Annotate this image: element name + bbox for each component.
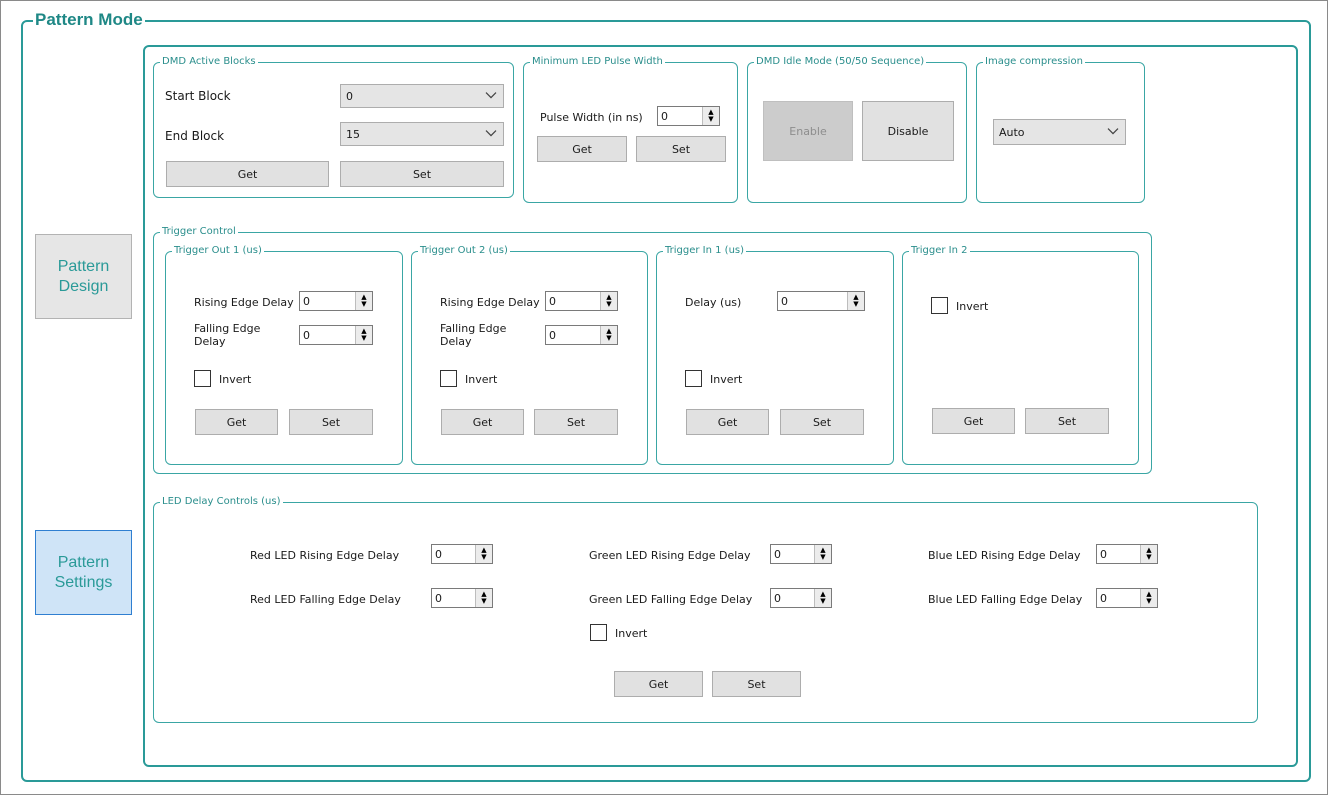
group-legend: LED Delay Controls (us) bbox=[160, 496, 283, 508]
idle-disable-button[interactable]: Disable bbox=[862, 101, 954, 161]
green-falling-stepper[interactable]: 0 ▲ ▼ bbox=[770, 588, 832, 608]
chevron-down-icon bbox=[1107, 128, 1119, 135]
out2-rising-stepper[interactable]: 0 ▲ ▼ bbox=[545, 291, 618, 311]
chevron-down-icon bbox=[485, 92, 497, 99]
image-compression-value: Auto bbox=[999, 125, 1025, 139]
green-rising-stepper[interactable]: 0 ▲ ▼ bbox=[770, 544, 832, 564]
start-block-select[interactable]: 0 bbox=[340, 84, 504, 108]
spinner-arrows-icon[interactable]: ▲ ▼ bbox=[355, 292, 372, 310]
led-delay-get-button[interactable]: Get bbox=[614, 671, 703, 697]
out2-set-button[interactable]: Set bbox=[534, 409, 618, 435]
blue-falling-label: Blue LED Falling Edge Delay bbox=[928, 593, 1083, 606]
led-invert-label: Invert bbox=[615, 627, 648, 640]
group-legend: Trigger Out 1 (us) bbox=[172, 245, 264, 257]
green-rising-label: Green LED Rising Edge Delay bbox=[589, 549, 751, 562]
end-block-label: End Block bbox=[165, 129, 225, 143]
start-block-label: Start Block bbox=[165, 89, 231, 103]
group-legend: Minimum LED Pulse Width bbox=[530, 56, 665, 68]
in1-delay-label: Delay (us) bbox=[685, 296, 742, 309]
spinner-arrows-icon[interactable]: ▲ ▼ bbox=[475, 545, 492, 563]
idle-enable-button[interactable]: Enable bbox=[763, 101, 853, 161]
pulse-width-stepper[interactable]: 0 ▲ ▼ bbox=[657, 106, 720, 126]
in2-get-button[interactable]: Get bbox=[932, 408, 1015, 434]
spinner-arrows-icon[interactable]: ▲ ▼ bbox=[814, 589, 831, 607]
led-delay-controls-group: LED Delay Controls (us) bbox=[153, 496, 1258, 723]
out2-invert-checkbox[interactable] bbox=[440, 370, 457, 387]
spinner-arrows-icon[interactable]: ▲ ▼ bbox=[1140, 545, 1157, 563]
in2-invert-checkbox[interactable] bbox=[931, 297, 948, 314]
spinner-arrows-icon[interactable]: ▲ ▼ bbox=[475, 589, 492, 607]
in1-get-button[interactable]: Get bbox=[686, 409, 769, 435]
spinner-arrows-icon[interactable]: ▲ ▼ bbox=[702, 107, 719, 125]
group-legend: Image compression bbox=[983, 56, 1085, 68]
in1-invert-checkbox[interactable] bbox=[685, 370, 702, 387]
out1-get-button[interactable]: Get bbox=[195, 409, 278, 435]
blue-rising-label: Blue LED Rising Edge Delay bbox=[928, 549, 1081, 562]
spinner-arrows-icon[interactable]: ▲ ▼ bbox=[600, 326, 617, 344]
image-compression-select[interactable]: Auto bbox=[993, 119, 1126, 145]
in2-set-button[interactable]: Set bbox=[1025, 408, 1109, 434]
pattern-design-button[interactable]: Pattern Design bbox=[35, 234, 132, 319]
in1-set-button[interactable]: Set bbox=[780, 409, 864, 435]
min-led-pulse-group: Minimum LED Pulse Width bbox=[523, 56, 738, 203]
red-rising-label: Red LED Rising Edge Delay bbox=[250, 549, 400, 562]
in2-invert-label: Invert bbox=[956, 300, 989, 313]
out1-rising-label: Rising Edge Delay bbox=[194, 296, 294, 309]
out2-invert-label: Invert bbox=[465, 373, 498, 386]
led-delay-set-button[interactable]: Set bbox=[712, 671, 801, 697]
active-blocks-get-button[interactable]: Get bbox=[166, 161, 329, 187]
start-block-value: 0 bbox=[346, 89, 353, 103]
pattern-settings-button[interactable]: Pattern Settings bbox=[35, 530, 132, 615]
green-falling-label: Green LED Falling Edge Delay bbox=[589, 593, 753, 606]
in1-invert-label: Invert bbox=[710, 373, 743, 386]
out2-rising-label: Rising Edge Delay bbox=[440, 296, 540, 309]
out1-set-button[interactable]: Set bbox=[289, 409, 373, 435]
out1-invert-label: Invert bbox=[219, 373, 252, 386]
group-legend: Trigger Control bbox=[160, 226, 238, 238]
min-led-set-button[interactable]: Set bbox=[636, 136, 726, 162]
red-falling-label: Red LED Falling Edge Delay bbox=[250, 593, 401, 606]
out1-falling-stepper[interactable]: 0 ▲ ▼ bbox=[299, 325, 373, 345]
end-block-value: 15 bbox=[346, 127, 360, 141]
spinner-arrows-icon[interactable]: ▲ ▼ bbox=[600, 292, 617, 310]
spinner-arrows-icon[interactable]: ▲ ▼ bbox=[847, 292, 864, 310]
red-rising-stepper[interactable]: 0 ▲ ▼ bbox=[431, 544, 493, 564]
blue-falling-stepper[interactable]: 0 ▲ ▼ bbox=[1096, 588, 1158, 608]
in1-delay-stepper[interactable]: 0 ▲ ▼ bbox=[777, 291, 865, 311]
red-falling-stepper[interactable]: 0 ▲ ▼ bbox=[431, 588, 493, 608]
page-title: Pattern Mode bbox=[33, 10, 145, 30]
active-blocks-set-button[interactable]: Set bbox=[340, 161, 504, 187]
spinner-arrows-icon[interactable]: ▲ ▼ bbox=[814, 545, 831, 563]
group-legend: Trigger In 1 (us) bbox=[663, 245, 747, 257]
chevron-down-icon bbox=[485, 130, 497, 137]
led-invert-checkbox[interactable] bbox=[590, 624, 607, 641]
pulse-width-label: Pulse Width (in ns) bbox=[540, 111, 643, 124]
out1-falling-label: Falling Edge Delay bbox=[194, 322, 261, 348]
out2-get-button[interactable]: Get bbox=[441, 409, 524, 435]
group-legend: DMD Idle Mode (50/50 Sequence) bbox=[754, 56, 927, 68]
group-legend: Trigger In 2 bbox=[909, 245, 970, 257]
spinner-arrows-icon[interactable]: ▲ ▼ bbox=[355, 326, 372, 344]
out1-rising-stepper[interactable]: 0 ▲ ▼ bbox=[299, 291, 373, 311]
group-legend: Trigger Out 2 (us) bbox=[418, 245, 510, 257]
group-legend: DMD Active Blocks bbox=[160, 56, 258, 68]
out2-falling-stepper[interactable]: 0 ▲ ▼ bbox=[545, 325, 618, 345]
out2-falling-label: Falling Edge Delay bbox=[440, 322, 507, 348]
blue-rising-stepper[interactable]: 0 ▲ ▼ bbox=[1096, 544, 1158, 564]
spinner-arrows-icon[interactable]: ▲ ▼ bbox=[1140, 589, 1157, 607]
min-led-get-button[interactable]: Get bbox=[537, 136, 627, 162]
end-block-select[interactable]: 15 bbox=[340, 122, 504, 146]
out1-invert-checkbox[interactable] bbox=[194, 370, 211, 387]
